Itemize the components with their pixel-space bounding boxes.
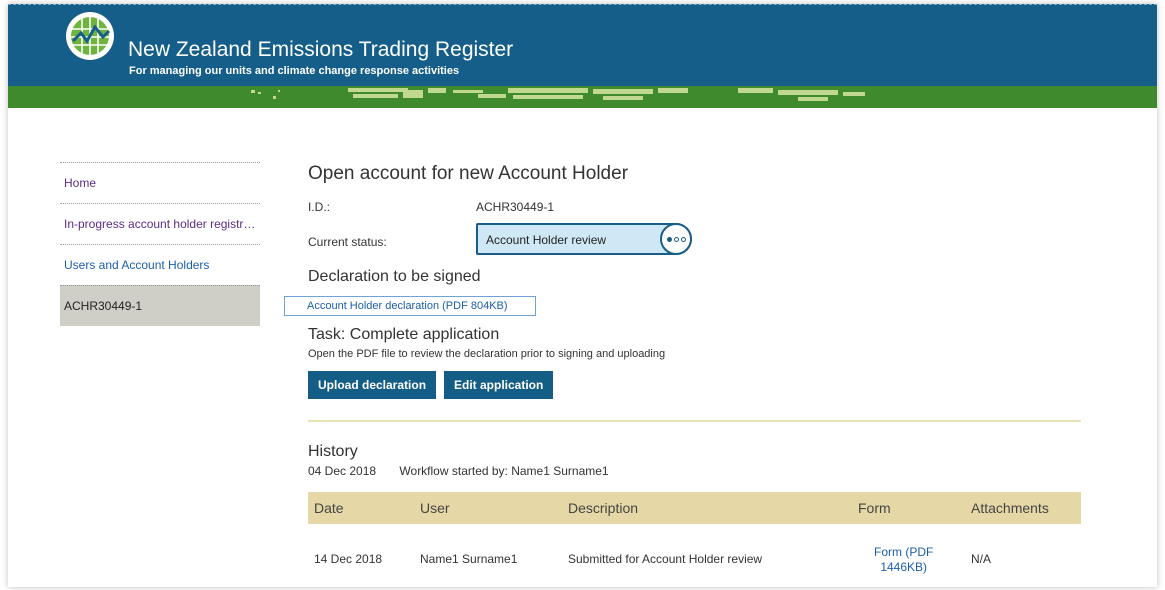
site-header: New Zealand Emissions Trading Register F… <box>8 4 1157 87</box>
column-header-attachments: Attachments <box>971 500 1049 516</box>
history-start-date: 04 Dec 2018 <box>308 464 377 478</box>
column-header-form: Form <box>858 500 891 516</box>
page-title: Open account for new Account Holder <box>308 163 629 184</box>
edit-application-button[interactable]: Edit application <box>444 371 554 399</box>
upload-declaration-button[interactable]: Upload declaration <box>308 371 437 399</box>
row-form-pdf-link[interactable]: Form (PDF 1446KB) <box>874 545 933 575</box>
row-user: Name1 Surname1 <box>420 552 518 566</box>
column-header-description: Description <box>568 500 639 516</box>
decorative-map-band <box>8 86 1157 108</box>
sidebar-item-home[interactable]: Home <box>60 162 260 203</box>
declaration-pdf-link[interactable]: Account Holder declaration (PDF 804KB) <box>284 296 536 316</box>
section-divider <box>308 420 1081 422</box>
task-heading: Task: Complete application <box>308 326 500 343</box>
history-table-header: Date User Description Form Attachments <box>308 492 1081 524</box>
id-value: ACHR30449-1 <box>476 200 555 214</box>
row-attachments: N/A <box>971 552 992 566</box>
column-header-user: User <box>420 500 450 516</box>
app-window: New Zealand Emissions Trading Register F… <box>8 4 1157 587</box>
history-start-text: Workflow started by: Name1 Surname1 <box>399 464 609 478</box>
history-start: 04 Dec 2018 Workflow started by: Name1 S… <box>308 464 629 478</box>
sidebar-item-in-progress-registrations[interactable]: In-progress account holder registrations <box>60 203 260 244</box>
table-row: 14 Dec 2018 Name1 Surname1 Submitted for… <box>308 524 1081 590</box>
row-date: 14 Dec 2018 <box>314 552 383 566</box>
history-heading: History <box>308 443 358 460</box>
globe-emissions-logo-icon[interactable] <box>65 11 115 61</box>
sidebar-nav: Home In-progress account holder registra… <box>60 162 260 326</box>
column-header-date: Date <box>314 500 344 516</box>
status-label: Current status: <box>308 235 387 249</box>
task-instructions: Open the PDF file to review the declarat… <box>308 348 666 360</box>
status-value: Account Holder review <box>486 233 607 247</box>
row-description: Submitted for Account Holder review <box>568 552 763 566</box>
history-table: Date User Description Form Attachments 1… <box>308 492 1081 590</box>
status-badge: Account Holder review <box>476 223 692 255</box>
site-title: New Zealand Emissions Trading Register <box>128 38 514 61</box>
sidebar-item-current-application[interactable]: ACHR30449-1 <box>60 285 260 326</box>
declaration-heading: Declaration to be signed <box>308 268 481 285</box>
more-dots-icon[interactable] <box>660 223 692 255</box>
row-form-line2: 1446KB) <box>880 560 928 574</box>
sidebar-item-users-and-account-holders[interactable]: Users and Account Holders <box>60 244 260 285</box>
id-label: I.D.: <box>308 200 331 214</box>
row-form-line1: Form (PDF <box>874 545 934 559</box>
site-subtitle: For managing our units and climate chang… <box>129 65 460 77</box>
